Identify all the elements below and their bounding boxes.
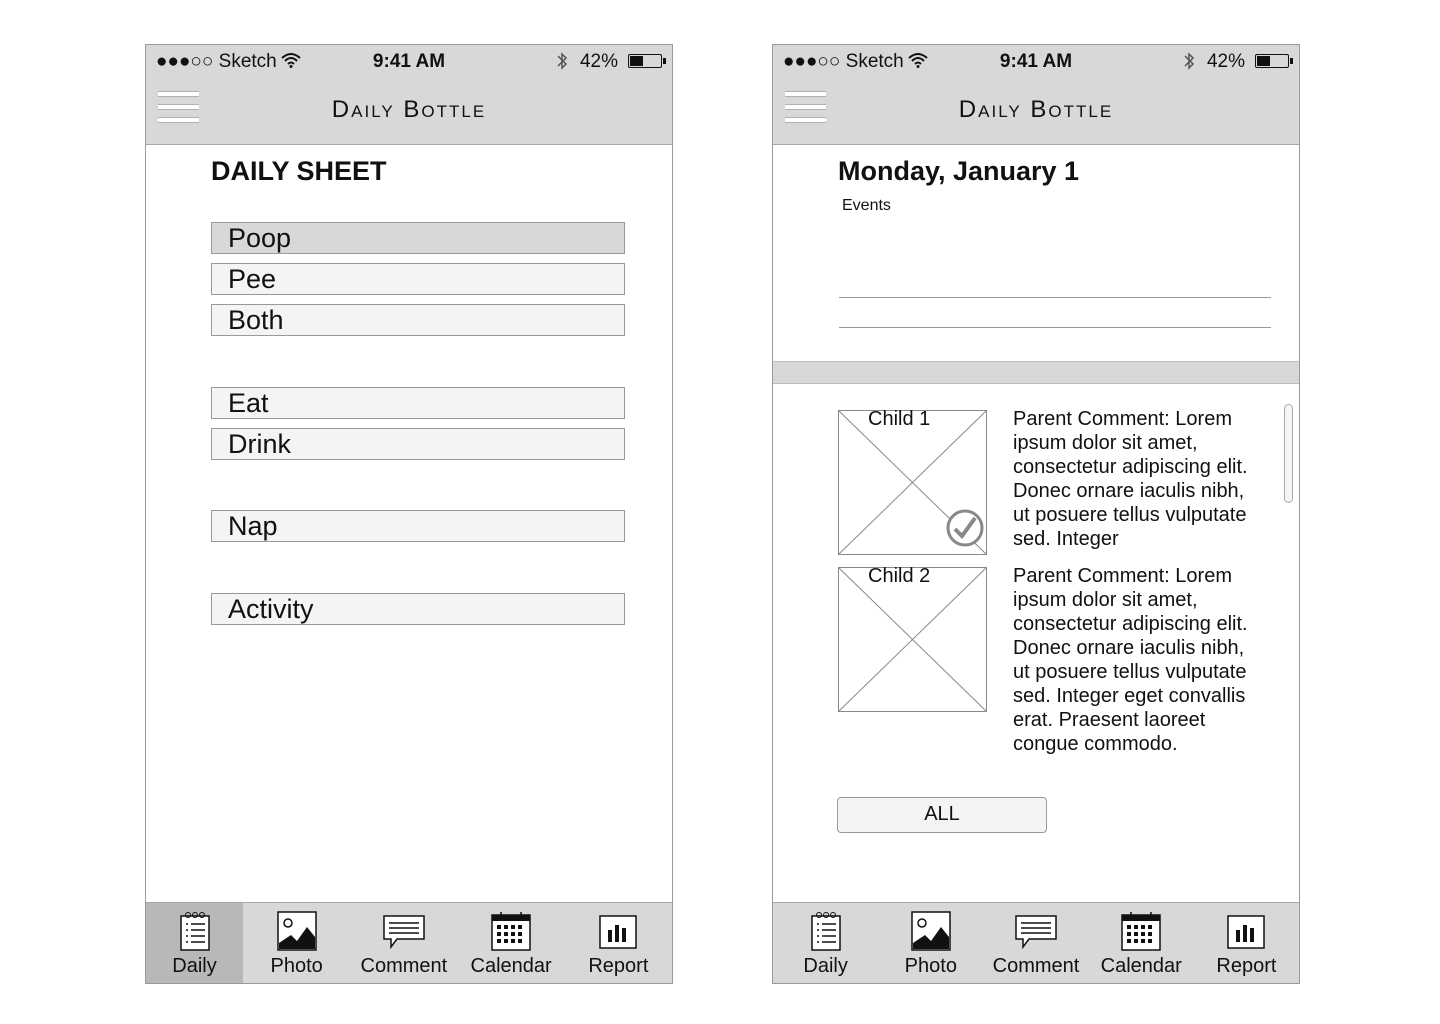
option-poop[interactable]: Poop bbox=[211, 222, 625, 254]
tab-label-report: Report bbox=[1216, 955, 1277, 977]
report-icon bbox=[599, 915, 638, 954]
date-title: Monday, January 1 bbox=[838, 156, 1080, 186]
app-title: Daily Bottle bbox=[958, 96, 1114, 123]
report-icon bbox=[1227, 915, 1266, 954]
tab-bar: Daily Photo Comment Calendar Report bbox=[146, 902, 672, 983]
daily-sheet-icon bbox=[810, 911, 842, 956]
calendar-icon bbox=[491, 911, 531, 956]
daily-sheet-screen: ●●●○○ Sketch 9:41 AM 42% Daily Bottle DA… bbox=[145, 44, 673, 984]
option-both[interactable]: Both bbox=[211, 304, 625, 336]
events-label: Events bbox=[842, 197, 891, 214]
status-bar: ●●●○○ Sketch 9:41 AM 42% bbox=[146, 45, 672, 77]
tab-report[interactable]: Report bbox=[1194, 903, 1299, 983]
app-title: Daily Bottle bbox=[331, 96, 487, 123]
checkmark-icon bbox=[946, 509, 984, 552]
tab-comment[interactable]: Comment bbox=[350, 903, 457, 983]
parent-comment: Parent Comment: Lorem ipsum dolor sit am… bbox=[1013, 565, 1248, 755]
image-placeholder-icon bbox=[839, 568, 986, 711]
tab-label-calendar: Calendar bbox=[1100, 955, 1182, 977]
child-photo[interactable]: Child 1 bbox=[838, 408, 987, 555]
tab-bar: Daily Photo Comment Calendar Report bbox=[773, 902, 1299, 983]
calendar-icon bbox=[1121, 911, 1161, 956]
tab-label-daily: Daily bbox=[172, 955, 217, 977]
nav-bar: Daily Bottle bbox=[773, 77, 1299, 145]
option-drink[interactable]: Drink bbox=[211, 428, 625, 460]
child-name: Child 2 bbox=[868, 565, 931, 587]
event-line[interactable] bbox=[839, 297, 1271, 298]
tab-daily[interactable]: Daily bbox=[146, 903, 243, 983]
tab-label-photo: Photo bbox=[904, 955, 957, 977]
bluetooth-icon bbox=[556, 51, 568, 76]
comment-icon bbox=[1015, 915, 1057, 954]
battery-icon bbox=[1255, 54, 1293, 68]
nav-bar: Daily Bottle bbox=[146, 77, 672, 145]
photo-icon bbox=[911, 911, 951, 956]
tab-label-report: Report bbox=[588, 955, 649, 977]
page-title: DAILY SHEET bbox=[211, 156, 387, 186]
parent-comment: Parent Comment: Lorem ipsum dolor sit am… bbox=[1013, 408, 1248, 550]
comment-icon bbox=[383, 915, 425, 954]
tab-comment[interactable]: Comment bbox=[983, 903, 1088, 983]
tab-calendar[interactable]: Calendar bbox=[458, 903, 565, 983]
tab-label-comment: Comment bbox=[992, 955, 1080, 977]
daily-sheet-icon bbox=[179, 911, 211, 956]
child-photo[interactable]: Child 2 bbox=[838, 565, 987, 712]
battery-icon bbox=[628, 54, 666, 68]
tab-calendar[interactable]: Calendar bbox=[1089, 903, 1194, 983]
option-eat[interactable]: Eat bbox=[211, 387, 625, 419]
tab-label-comment: Comment bbox=[360, 955, 448, 977]
option-nap[interactable]: Nap bbox=[211, 510, 625, 542]
bluetooth-icon bbox=[1183, 51, 1195, 76]
tab-report[interactable]: Report bbox=[565, 903, 672, 983]
calendar-day-screen: ●●●○○ Sketch 9:41 AM 42% Daily Bottle Mo… bbox=[772, 44, 1300, 984]
tab-daily[interactable]: Daily bbox=[773, 903, 878, 983]
photo-icon bbox=[276, 911, 317, 956]
battery-percent: 42% bbox=[579, 51, 618, 72]
status-bar: ●●●○○ Sketch 9:41 AM 42% bbox=[773, 45, 1299, 77]
battery-percent: 42% bbox=[1206, 51, 1245, 72]
tab-label-photo: Photo bbox=[270, 955, 323, 977]
child-name: Child 1 bbox=[868, 408, 931, 430]
event-line[interactable] bbox=[839, 327, 1271, 328]
tab-photo[interactable]: Photo bbox=[878, 903, 983, 983]
tab-label-calendar: Calendar bbox=[470, 955, 552, 977]
tab-photo[interactable]: Photo bbox=[243, 903, 350, 983]
option-activity[interactable]: Activity bbox=[211, 593, 625, 625]
scrollbar[interactable] bbox=[1284, 404, 1293, 503]
tab-label-daily: Daily bbox=[803, 955, 848, 977]
option-pee[interactable]: Pee bbox=[211, 263, 625, 295]
section-divider bbox=[773, 361, 1299, 384]
all-button[interactable]: ALL bbox=[837, 797, 1047, 833]
